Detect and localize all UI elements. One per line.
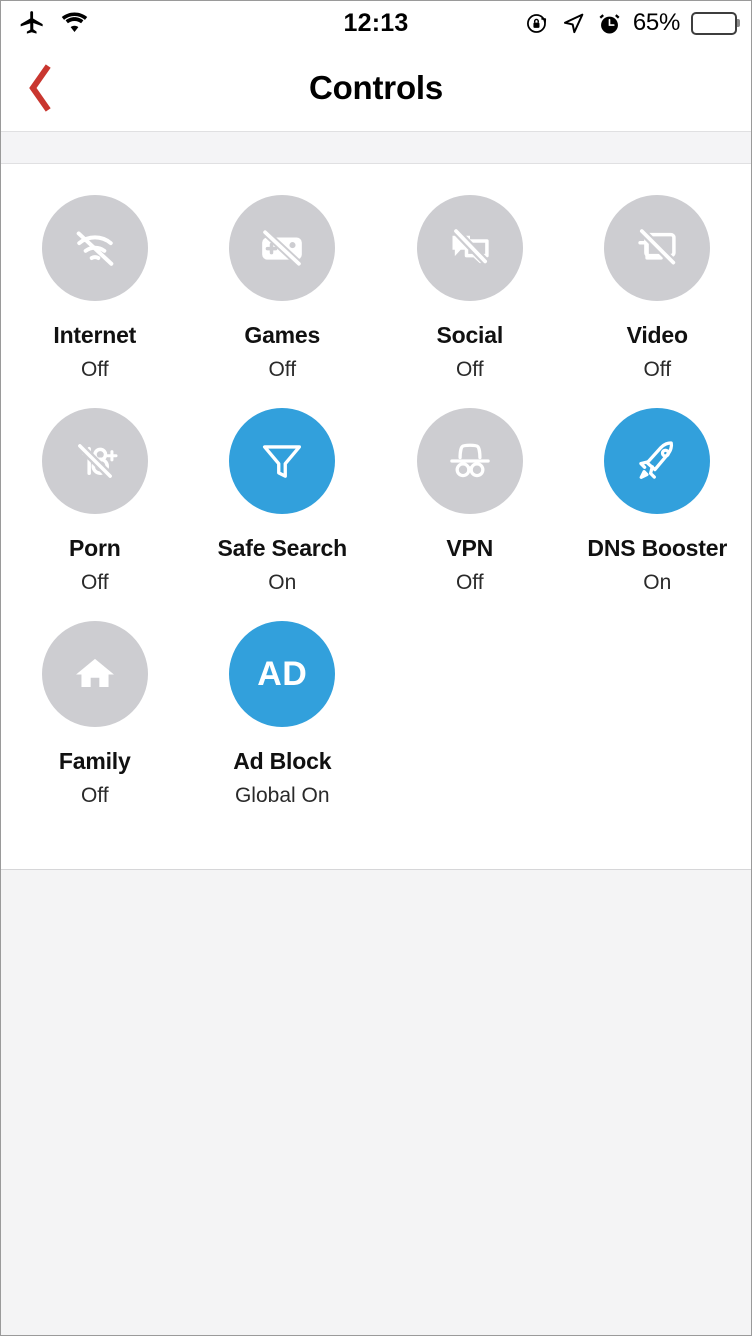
location-arrow-icon — [561, 11, 586, 36]
control-tile-label: Ad Block — [233, 748, 332, 774]
page-title: Controls — [308, 69, 444, 106]
control-tile-family-circle[interactable] — [41, 621, 148, 727]
funnel-icon — [256, 435, 308, 487]
controls-row: Porn Off Safe Search On VPN Off DNS Boos… — [1, 408, 751, 621]
control-tile-games-circle[interactable] — [229, 195, 336, 301]
control-tile-state: On — [268, 571, 297, 594]
control-tile-label: Family — [58, 748, 131, 774]
control-tile-social[interactable]: Social Off — [376, 195, 564, 408]
control-tile-state: Off — [80, 784, 109, 807]
control-tile-ad-block[interactable]: AD Ad Block Global On — [189, 621, 377, 834]
control-tile-video-circle[interactable] — [604, 195, 711, 301]
control-tile-label: Video — [626, 322, 688, 348]
wifi-slash-icon — [67, 220, 123, 276]
control-tile-ad-block-circle[interactable]: AD — [229, 621, 336, 727]
control-tile-video[interactable]: Video Off — [564, 195, 752, 408]
battery-percent-label: 65% — [632, 9, 680, 36]
control-tile-state: Global On — [234, 784, 330, 807]
page-background-fill — [1, 870, 751, 1335]
incognito-icon — [442, 433, 498, 489]
eighteen-plus-slash-icon — [67, 433, 123, 489]
control-tile-dns-booster-circle[interactable] — [604, 408, 711, 514]
control-tile-porn[interactable]: Porn Off — [1, 408, 189, 621]
control-tile-vpn-circle[interactable] — [416, 408, 523, 514]
ad-text-icon: AD — [257, 654, 308, 693]
control-tile-state: Off — [268, 358, 297, 381]
control-tile-label: Internet — [53, 322, 137, 348]
chat-bubbles-slash-icon — [442, 220, 498, 276]
home-icon — [69, 648, 121, 700]
controls-grid: Internet Off Games Off Social Off Video … — [1, 164, 751, 870]
control-tile-family[interactable]: Family Off — [1, 621, 189, 834]
control-tile-internet[interactable]: Internet Off — [1, 195, 189, 408]
control-grid-empty-slot — [564, 621, 752, 834]
controls-row: Internet Off Games Off Social Off Video … — [1, 195, 751, 408]
battery-icon — [691, 11, 737, 35]
control-tile-state: Off — [643, 358, 672, 381]
alarm-clock-icon — [597, 11, 622, 36]
control-tile-dns-booster[interactable]: DNS Booster On — [564, 408, 752, 621]
control-tile-state: Off — [80, 358, 109, 381]
phone-screen: 12:13 65% Controls Internet Off Games Of… — [0, 0, 752, 1336]
control-tile-safe-search[interactable]: Safe Search On — [189, 408, 377, 621]
control-tile-vpn[interactable]: VPN Off — [376, 408, 564, 621]
control-tile-label: DNS Booster — [587, 535, 728, 561]
rotation-lock-icon — [525, 11, 550, 36]
control-tile-label: Games — [244, 322, 321, 348]
control-grid-empty-slot — [376, 621, 564, 834]
monitor-slash-icon — [629, 220, 685, 276]
control-tile-state: Off — [455, 358, 484, 381]
control-tile-state: Off — [80, 571, 109, 594]
status-bar: 12:13 65% — [1, 1, 751, 45]
gamepad-slash-icon — [254, 220, 310, 276]
control-tile-games[interactable]: Games Off — [189, 195, 377, 408]
controls-row: Family Off AD Ad Block Global On — [1, 621, 751, 834]
control-tile-label: Porn — [68, 535, 121, 561]
control-tile-social-circle[interactable] — [416, 195, 523, 301]
control-tile-porn-circle[interactable] — [41, 408, 148, 514]
status-bar-right: 65% — [525, 9, 737, 37]
control-tile-label: Social — [436, 322, 504, 348]
control-tile-label: Safe Search — [217, 535, 348, 561]
control-tile-safe-search-circle[interactable] — [229, 408, 336, 514]
control-tile-internet-circle[interactable] — [41, 195, 148, 301]
control-tile-label: VPN — [446, 535, 494, 561]
section-spacer — [1, 131, 751, 164]
navigation-bar: Controls — [1, 45, 751, 131]
control-tile-state: Off — [455, 571, 484, 594]
rocket-icon — [630, 434, 684, 488]
control-tile-state: On — [643, 571, 672, 594]
